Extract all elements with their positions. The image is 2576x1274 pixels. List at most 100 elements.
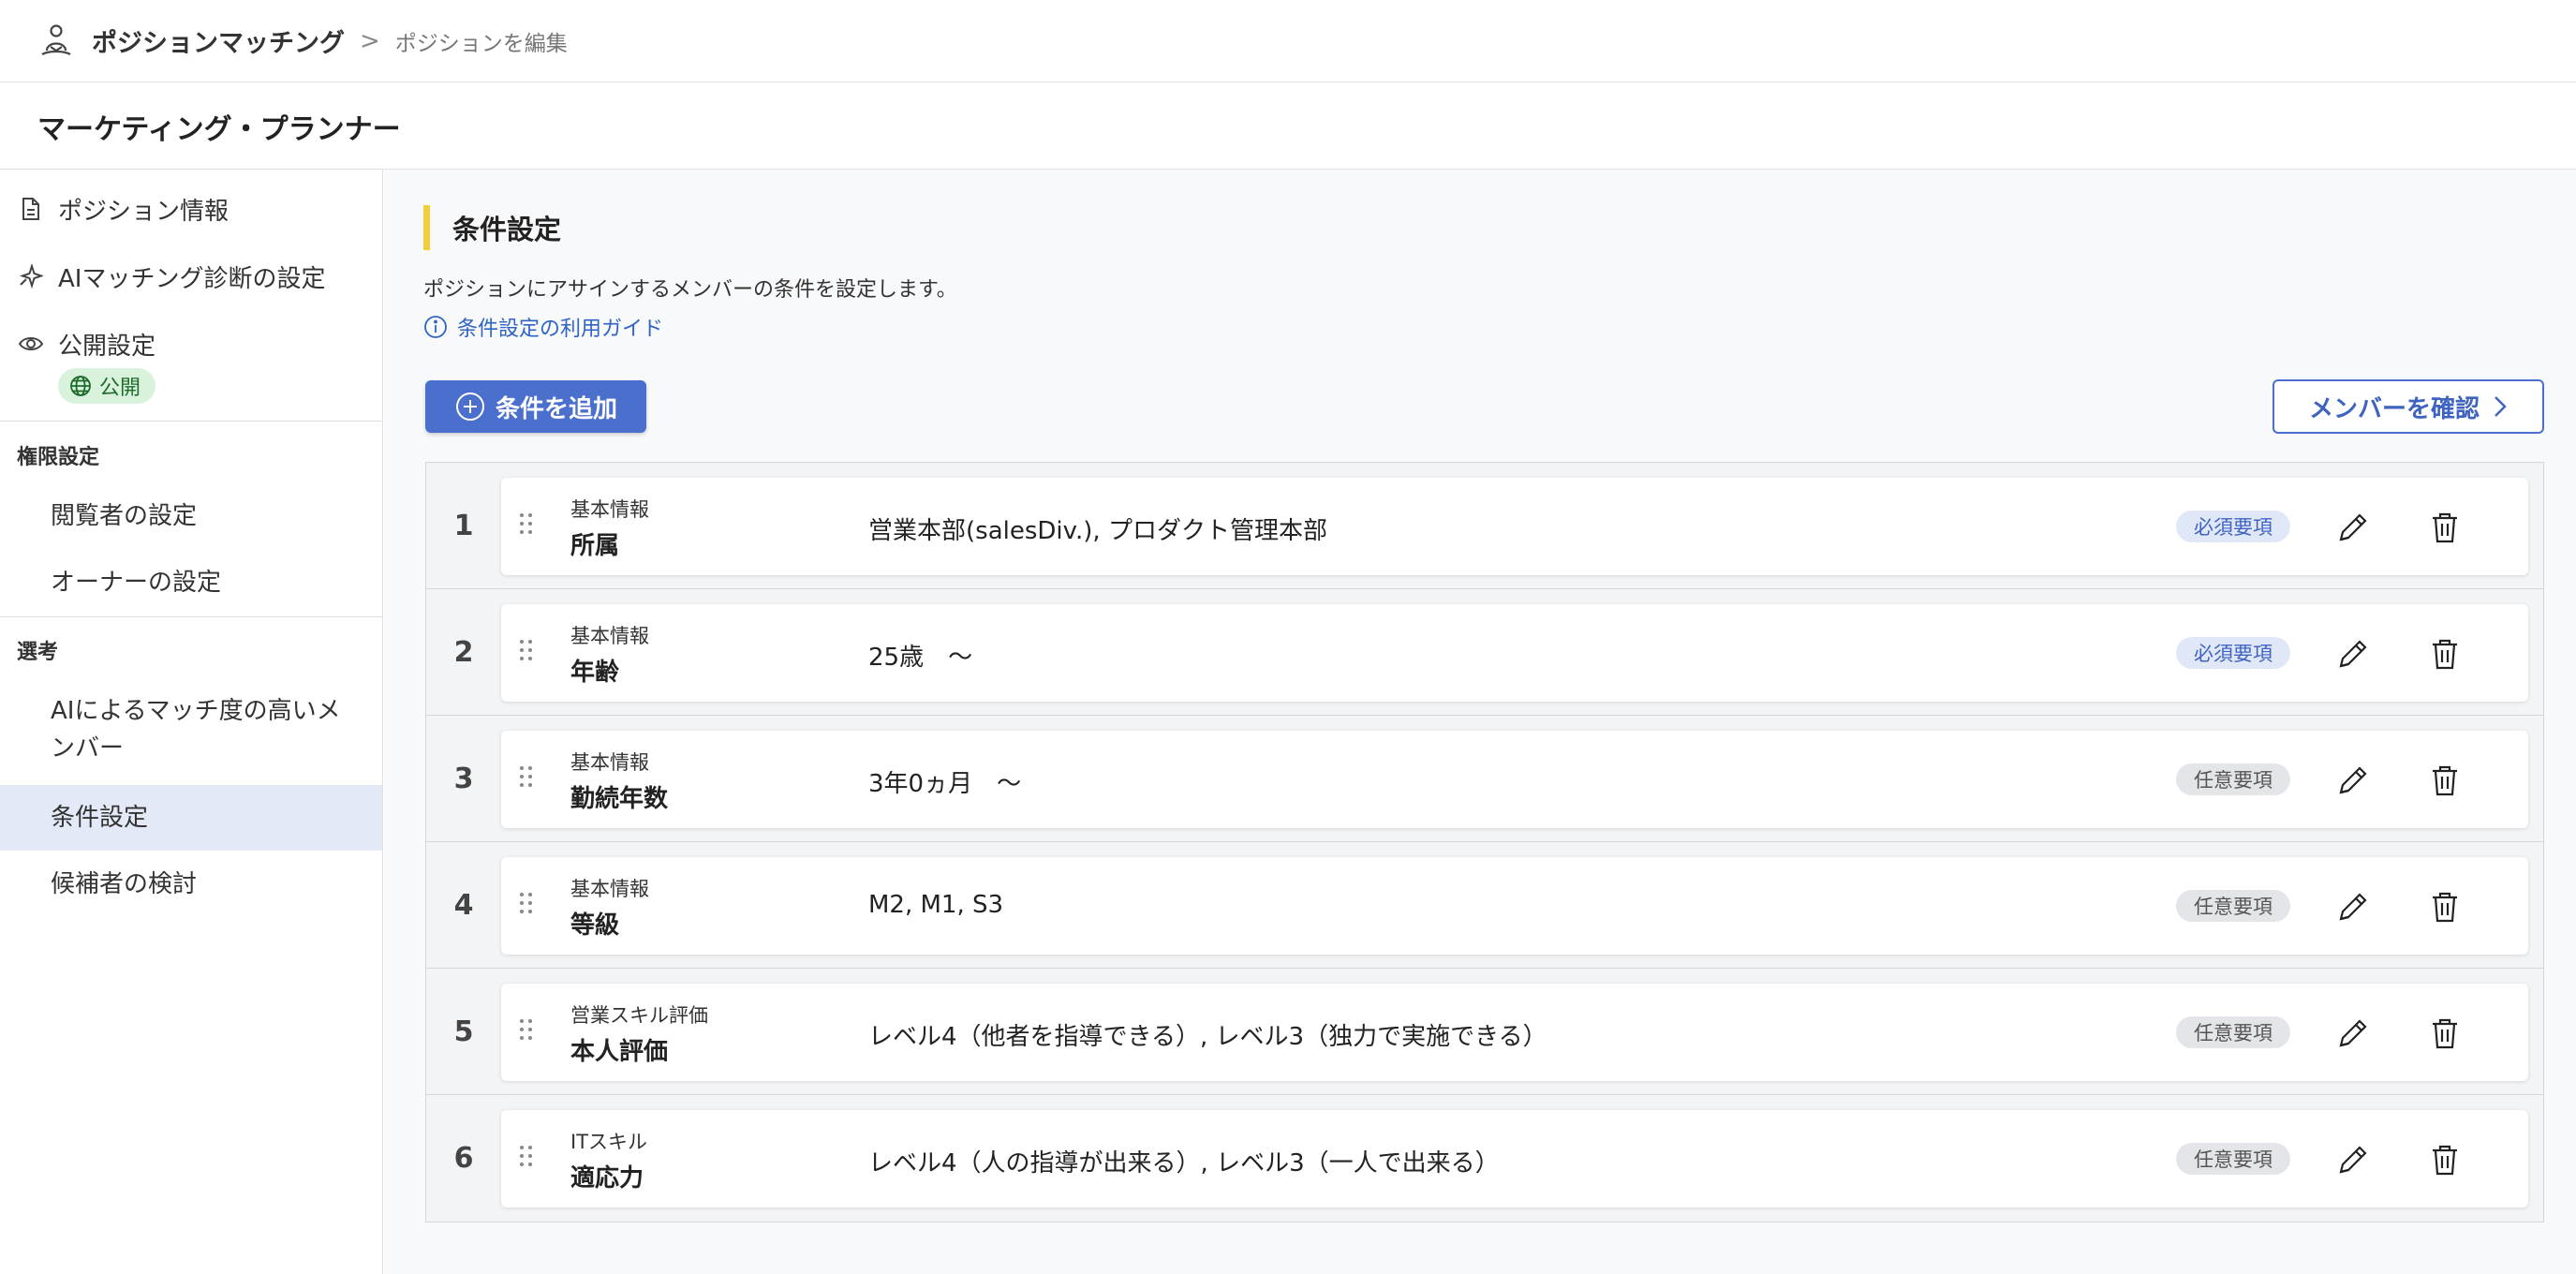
delete-button[interactable] — [2427, 510, 2463, 545]
sidebar-link-viewer-settings[interactable]: 閲覧者の設定 — [51, 497, 197, 535]
condition-category: 基本情報 — [570, 498, 649, 521]
breadcrumb-separator: > — [360, 26, 380, 55]
trash-icon — [2433, 639, 2457, 670]
edit-button[interactable] — [2335, 763, 2371, 798]
condition-category: 基本情報 — [570, 625, 649, 647]
delete-button[interactable] — [2427, 763, 2463, 798]
drag-handle-icon[interactable] — [520, 1019, 535, 1045]
sidebar-link-owner-settings[interactable]: オーナーの設定 — [51, 564, 221, 601]
condition-value: 営業本部(salesDiv.), プロダクト管理本部 — [868, 517, 1327, 545]
requirement-badge: 任意要項 — [2176, 763, 2290, 795]
condition-value: レベル4（人の指導が出来る）, レベル3（一人で出来る） — [868, 1149, 1500, 1178]
edit-button[interactable] — [2335, 510, 2371, 545]
requirement-badge: 必須要項 — [2176, 637, 2290, 669]
pencil-icon — [2339, 1019, 2367, 1047]
delete-button[interactable] — [2427, 1142, 2463, 1178]
requirement-badge: 任意要項 — [2176, 890, 2290, 922]
condition-name: 年齢 — [570, 659, 620, 687]
delete-button[interactable] — [2427, 1015, 2463, 1051]
edit-button[interactable] — [2335, 1142, 2371, 1178]
condition-name: 等級 — [570, 911, 620, 940]
globe-icon — [69, 375, 92, 397]
sidebar-link-label-line2: ンバー — [51, 734, 125, 763]
page-title: マーケティング・プランナー — [37, 112, 401, 146]
check-members-label: メンバーを確認 — [2308, 394, 2480, 423]
sidebar-item-label: AIマッチング診断の設定 — [58, 264, 326, 293]
condition-number: 1 — [453, 510, 474, 542]
condition-category: 営業スキル評価 — [570, 1004, 708, 1027]
trash-icon — [2433, 892, 2457, 923]
requirement-badge: 任意要項 — [2176, 1143, 2290, 1175]
eye-icon — [17, 330, 45, 358]
condition-name: 適応力 — [570, 1164, 644, 1193]
top-bar: ポジションマッチング > ポジションを編集 — [0, 0, 2576, 82]
pencil-icon — [2339, 513, 2367, 541]
drag-handle-icon[interactable] — [520, 513, 535, 540]
plus-circle-icon — [454, 391, 486, 422]
pencil-icon — [2339, 640, 2367, 668]
sparkle-icon — [17, 262, 45, 290]
sidebar-item-ai-matching[interactable]: AIマッチング診断の設定 — [0, 256, 382, 297]
condition-row: 4 基本情報 等級 M2, M1, S3 任意要項 — [426, 842, 2543, 969]
sidebar-item-label: 公開設定 — [58, 332, 156, 361]
delete-button[interactable] — [2427, 889, 2463, 925]
drag-handle-icon[interactable] — [520, 1146, 535, 1172]
app-name[interactable]: ポジションマッチング — [92, 22, 345, 59]
condition-row: 5 営業スキル評価 本人評価 レベル4（他者を指導できる）, レベル3（独力で実… — [426, 969, 2543, 1095]
check-members-button[interactable]: メンバーを確認 — [2273, 379, 2544, 434]
breadcrumb-current: ポジションを編集 — [394, 31, 568, 56]
document-icon — [17, 195, 45, 223]
condition-row: 3 基本情報 勤続年数 3年0ヵ月 〜 任意要項 — [426, 716, 2543, 842]
public-status-badge: 公開 — [58, 368, 156, 404]
condition-name: 本人評価 — [570, 1038, 669, 1066]
sidebar-link-candidate-review[interactable]: 候補者の検討 — [51, 866, 197, 903]
condition-value: レベル4（他者を指導できる）, レベル3（独力で実施できる） — [868, 1023, 1547, 1051]
sidebar-section-selection: 選考 — [17, 641, 59, 664]
trash-icon — [2433, 765, 2457, 796]
condition-card[interactable]: 基本情報 年齢 25歳 〜 必須要項 — [501, 604, 2528, 702]
condition-card[interactable]: ITスキル 適応力 レベル4（人の指導が出来る）, レベル3（一人で出来る） 任… — [501, 1110, 2528, 1207]
drag-handle-icon[interactable] — [520, 640, 535, 666]
requirement-badge: 任意要項 — [2176, 1016, 2290, 1048]
trash-icon — [2433, 1145, 2457, 1176]
sidebar-link-label-line1: AIによるマッチ度の高いメ — [51, 697, 341, 725]
condition-name: 勤続年数 — [570, 785, 669, 813]
drag-handle-icon[interactable] — [520, 766, 535, 793]
public-badge-label: 公開 — [99, 377, 141, 400]
condition-value: 3年0ヵ月 〜 — [868, 770, 1022, 798]
info-icon — [423, 315, 448, 339]
person-meditation-icon — [37, 22, 77, 61]
sidebar-divider — [0, 616, 382, 617]
edit-button[interactable] — [2335, 1015, 2371, 1051]
trash-icon — [2433, 512, 2457, 543]
condition-card[interactable]: 基本情報 等級 M2, M1, S3 任意要項 — [501, 857, 2528, 955]
condition-card[interactable]: 営業スキル評価 本人評価 レベル4（他者を指導できる）, レベル3（独力で実施で… — [501, 984, 2528, 1081]
requirement-badge: 必須要項 — [2176, 511, 2290, 542]
sidebar-item-publish-settings[interactable]: 公開設定 — [0, 323, 382, 364]
condition-number: 6 — [453, 1142, 474, 1175]
condition-category: ITスキル — [570, 1131, 648, 1153]
condition-name: 所属 — [570, 532, 620, 560]
sidebar-item-position-info[interactable]: ポジション情報 — [0, 188, 382, 230]
condition-card[interactable]: 基本情報 勤続年数 3年0ヵ月 〜 任意要項 — [501, 731, 2528, 828]
sidebar-link-condition-settings[interactable]: 条件設定 — [51, 799, 148, 837]
sidebar-item-label: ポジション情報 — [58, 197, 229, 226]
add-condition-button[interactable]: 条件を追加 — [425, 380, 646, 433]
condition-row: 2 基本情報 年齢 25歳 〜 必須要項 — [426, 589, 2543, 716]
drag-handle-icon[interactable] — [520, 893, 535, 919]
trash-icon — [2433, 1018, 2457, 1049]
pencil-icon — [2339, 766, 2367, 794]
pencil-icon — [2339, 1146, 2367, 1174]
section-description: ポジションにアサインするメンバーの条件を設定します。 — [423, 278, 957, 302]
edit-button[interactable] — [2335, 636, 2371, 672]
pencil-icon — [2339, 893, 2367, 921]
condition-card[interactable]: 基本情報 所属 営業本部(salesDiv.), プロダクト管理本部 必須要項 — [501, 478, 2528, 575]
condition-number: 3 — [453, 763, 474, 795]
guide-link[interactable]: 条件設定の利用ガイド — [423, 312, 663, 342]
condition-value: M2, M1, S3 — [868, 891, 1004, 919]
condition-number: 5 — [453, 1015, 474, 1048]
edit-button[interactable] — [2335, 889, 2371, 925]
section-title: 条件設定 — [423, 205, 561, 250]
condition-number: 2 — [453, 636, 474, 669]
delete-button[interactable] — [2427, 636, 2463, 672]
